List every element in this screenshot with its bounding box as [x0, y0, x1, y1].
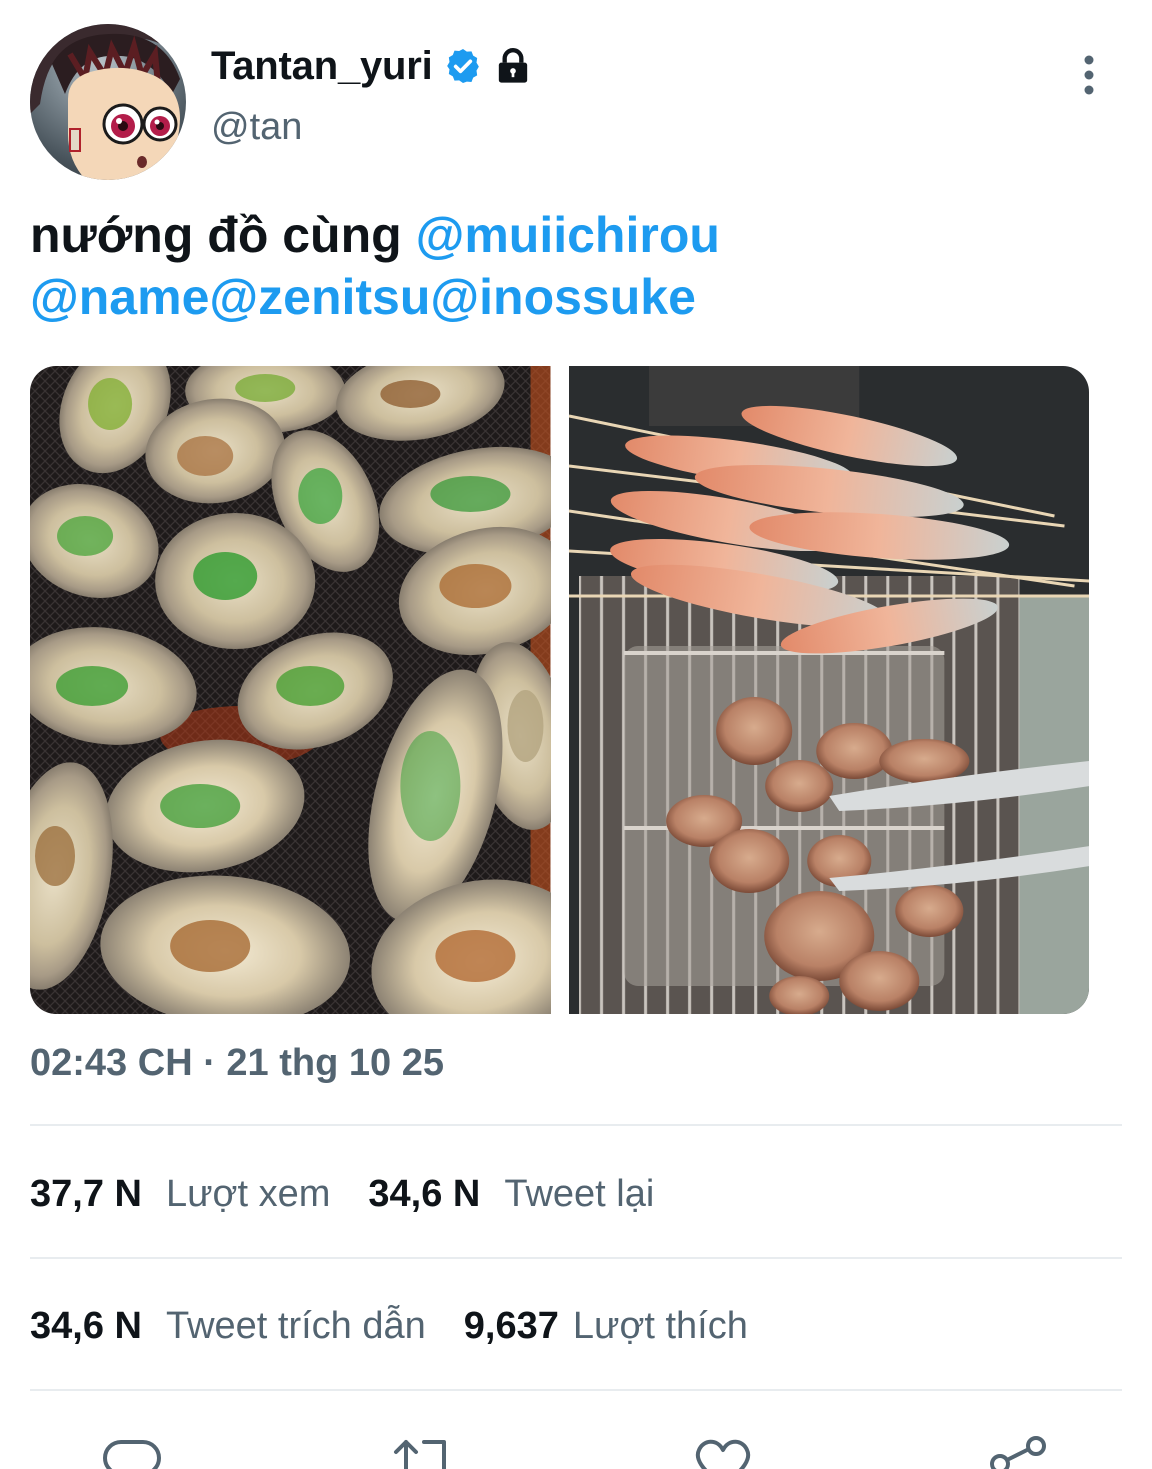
retweet-button[interactable]	[388, 1434, 458, 1469]
tweet-media	[30, 366, 1089, 1014]
views-count: 37,7 N	[30, 1172, 142, 1215]
quotes-label: Tweet trích dẫn	[165, 1304, 426, 1347]
tweet-text-prefix: nướng đồ cùng	[30, 207, 416, 263]
mention-link[interactable]: @name	[30, 269, 209, 325]
share-button[interactable]	[984, 1434, 1054, 1469]
tweet-timestamp[interactable]: 02:43 CH · 21 thg 10 25	[30, 1042, 444, 1085]
verified-badge-icon	[443, 46, 483, 86]
lock-icon	[493, 46, 533, 86]
like-button[interactable]	[688, 1434, 758, 1469]
author-name-row: Tantan_yuri	[211, 38, 533, 94]
retweets-label: Tweet lại	[504, 1172, 655, 1215]
grilled-oysters-photo[interactable]	[30, 366, 551, 1014]
share-icon	[990, 1436, 1046, 1469]
likes-count: 9,637	[463, 1304, 559, 1347]
reply-icon	[103, 1440, 161, 1469]
more-vertical-icon	[1084, 55, 1094, 95]
mention-link[interactable]: @zenitsu	[209, 269, 430, 325]
more-options-button[interactable]	[1066, 50, 1112, 100]
tweet-detail-page: Tantan_yuri @tan nướng đồ cùng @muiichir…	[0, 0, 1152, 1469]
mention-link[interactable]: @muiichirou	[416, 207, 720, 263]
likes-stat[interactable]: 9,637 Lượt thích	[464, 1305, 748, 1348]
divider	[30, 1257, 1122, 1259]
retweet-icon	[394, 1440, 446, 1469]
tweet-header: Tantan_yuri @tan	[0, 0, 1152, 190]
like-icon	[695, 1439, 751, 1469]
author-handle[interactable]: @tan	[211, 106, 302, 149]
stats-row-views-retweets: 37,7 N Lượt xem 34,6 N Tweet lại	[30, 1164, 1122, 1224]
divider	[30, 1124, 1122, 1126]
stats-row-quotes-likes: 34,6 N Tweet trích dẫn 9,637 Lượt thích	[30, 1296, 1122, 1356]
views-stat[interactable]: 37,7 N Lượt xem	[30, 1173, 330, 1216]
likes-label: Lượt thích	[572, 1304, 748, 1347]
divider	[30, 1389, 1122, 1391]
author-display-name[interactable]: Tantan_yuri	[211, 44, 433, 89]
avatar[interactable]	[30, 24, 186, 180]
quotes-count: 34,6 N	[30, 1304, 142, 1347]
retweets-count: 34,6 N	[368, 1172, 481, 1215]
tweet-text: nướng đồ cùng @muiichirou @name@zenitsu@…	[30, 204, 1120, 328]
reply-button[interactable]	[98, 1434, 168, 1469]
mention-link[interactable]: @inossuke	[430, 269, 696, 325]
grilled-shrimp-and-meat-photo[interactable]	[568, 366, 1089, 1014]
tweet-action-bar	[0, 1412, 1152, 1469]
views-label: Lượt xem	[165, 1172, 331, 1215]
retweets-stat[interactable]: 34,6 N Tweet lại	[368, 1173, 654, 1216]
quotes-stat[interactable]: 34,6 N Tweet trích dẫn	[30, 1305, 426, 1348]
